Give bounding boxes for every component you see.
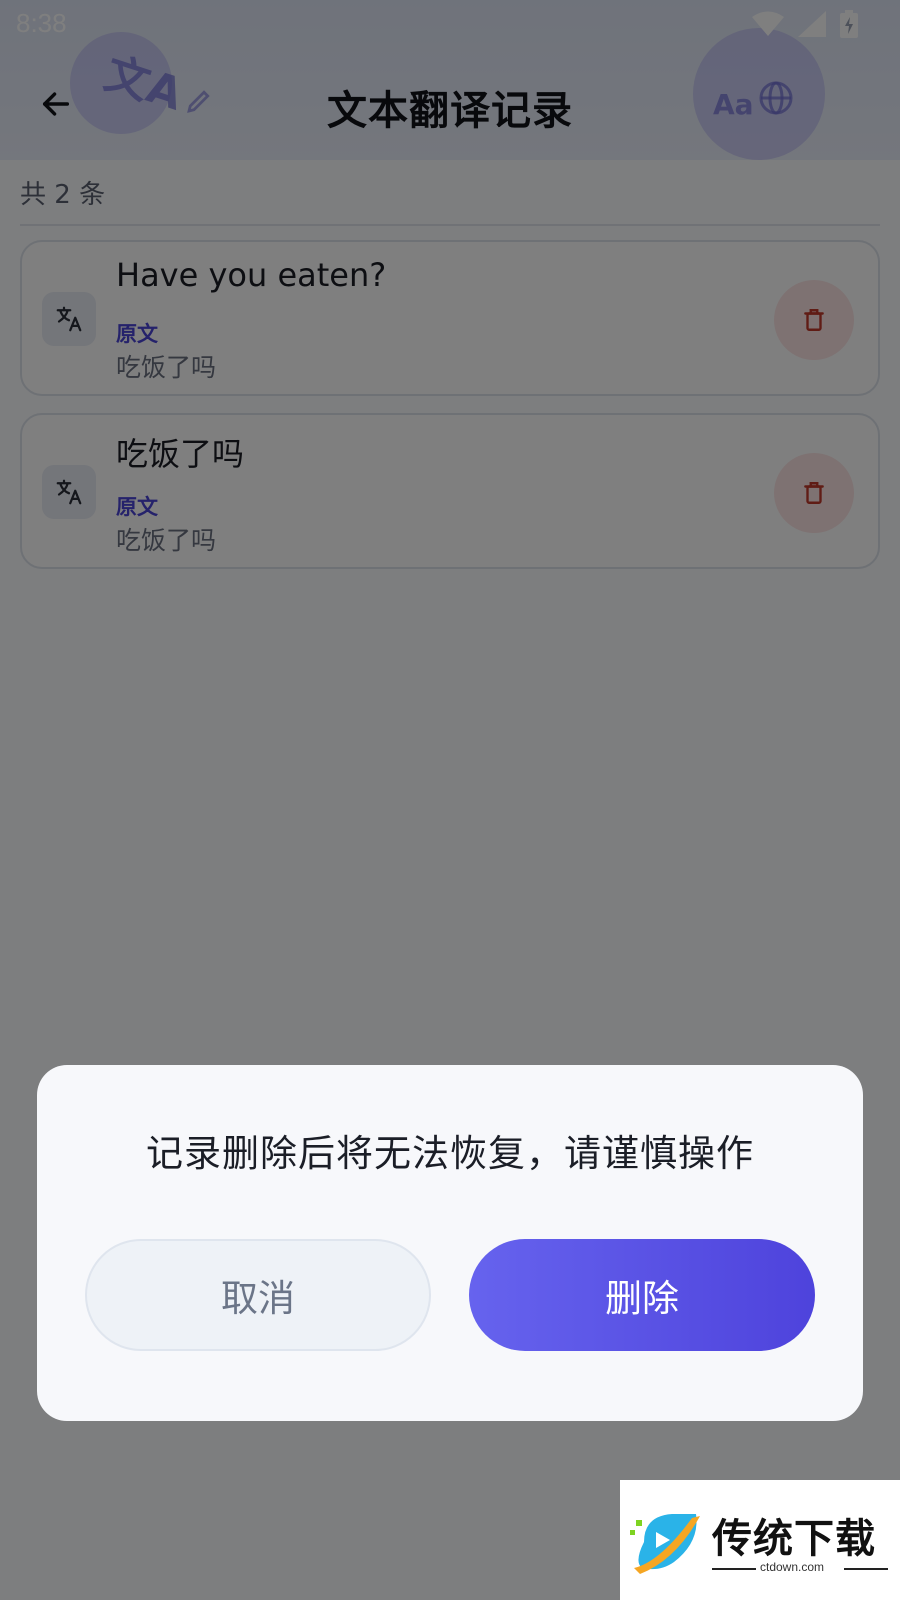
- confirm-delete-dialog: 记录删除后将无法恢复，请谨慎操作 取消 删除: [37, 1065, 863, 1421]
- ctdown-logo-icon: [630, 1502, 706, 1582]
- confirm-delete-button[interactable]: 删除: [469, 1239, 815, 1351]
- watermark: 传统下载 ctdown.com: [620, 1480, 900, 1600]
- cancel-button[interactable]: 取消: [85, 1239, 431, 1351]
- watermark-rule: [712, 1568, 756, 1570]
- watermark-rule: [844, 1568, 888, 1570]
- watermark-title: 传统下载: [712, 1516, 876, 1562]
- dialog-message: 记录删除后将无法恢复，请谨慎操作: [146, 1132, 754, 1175]
- watermark-url: ctdown.com: [760, 1560, 825, 1574]
